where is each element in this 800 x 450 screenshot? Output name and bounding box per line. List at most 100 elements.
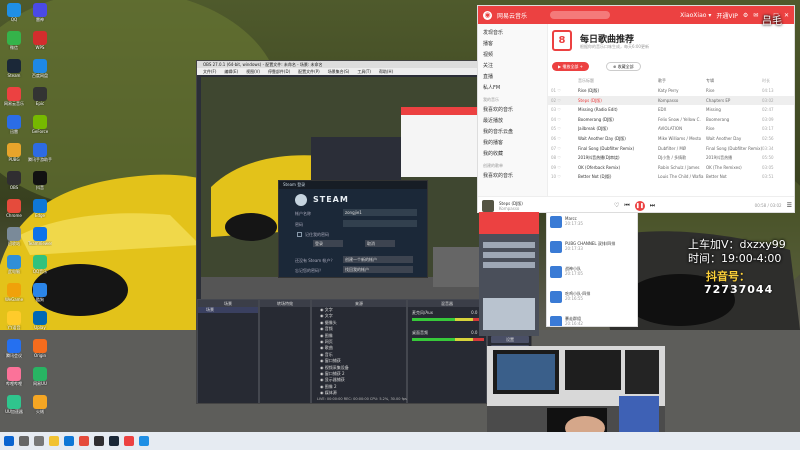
song-row[interactable]: 10 ♡ Better Not (DJ版) Louis The Child / Wa… xyxy=(548,172,794,181)
song-row[interactable]: 03 ♡ Missing (Radio Edit) EDX Missing 02:47 xyxy=(548,105,794,114)
desktop-icon[interactable]: 酷狗 xyxy=(28,283,52,302)
chat-window[interactable]: Marcc 20:17:35 PUBG CHANNEL 双排/四排 20:17:33 战… xyxy=(546,212,638,327)
create-account-button[interactable]: 创建一个新的帐户 xyxy=(343,256,413,263)
desktop-icon[interactable]: 回收站 xyxy=(2,227,26,246)
mixer-row-desktop[interactable]: 桌面音频 0.0 dB xyxy=(412,330,484,341)
desktop-icon[interactable]: 百度网盘 xyxy=(28,59,52,78)
settings-icon[interactable]: ⚙ xyxy=(743,12,748,19)
music-search-input[interactable] xyxy=(550,11,611,19)
song-row[interactable]: 06 ♡ Wait Another Day (DJ版) Mike Williams … xyxy=(548,134,794,143)
cancel-button[interactable]: 取消 xyxy=(365,240,395,247)
obs-menu-item[interactable]: 停靠部件(D) xyxy=(268,68,290,75)
prev-icon[interactable]: ⏮ xyxy=(624,202,629,210)
sidebar-item[interactable]: 发现音乐 xyxy=(483,28,547,39)
chat-list-item[interactable]: Marcc 20:17:35 xyxy=(547,213,637,238)
desktop-icon[interactable]: Epic xyxy=(28,87,52,106)
desktop-icon[interactable]: 腾讯会议 xyxy=(2,339,26,358)
desktop-icon[interactable]: Steam xyxy=(2,59,26,78)
taskbar-app-icon[interactable] xyxy=(139,436,149,446)
remember-checkbox[interactable] xyxy=(297,232,302,237)
sidebar-item[interactable]: 播客 xyxy=(483,39,547,50)
obs-menu-item[interactable]: 场景集合(S) xyxy=(328,68,350,75)
steam-title[interactable]: Steam 登录 xyxy=(279,181,427,189)
header-album[interactable]: 专辑 xyxy=(706,76,762,85)
desktop-icon[interactable]: Uplay xyxy=(28,311,52,330)
song-row[interactable]: 04 ♡ Boomerang (DJ版) Felix Snow / Yellow C… xyxy=(548,115,794,124)
play-all-button[interactable]: ▶ 播放全部 + xyxy=(552,62,589,71)
account-input[interactable]: zongjie1 xyxy=(343,209,417,216)
desktop-icon[interactable]: OBS xyxy=(2,171,26,190)
chat-list-item[interactable]: 战神小队 20:17:05 xyxy=(547,263,637,288)
desktop-icon[interactable]: 微信 xyxy=(2,31,26,50)
obs-menu-item[interactable]: 视图(V) xyxy=(246,68,260,75)
sidebar-item[interactable]: 视频 xyxy=(483,50,547,61)
desktop-icon[interactable]: GeForce xyxy=(28,115,52,134)
sidebar-my-item[interactable]: 我的音乐云盘 xyxy=(483,127,547,138)
desktop-icon[interactable]: 火绒 xyxy=(28,395,52,414)
header-artist[interactable]: 歌手 xyxy=(658,76,706,85)
song-row[interactable]: 05 ♡ Jailbreak (DJ版) AVIOLATION Rise 03:17 xyxy=(548,124,794,133)
heart-icon[interactable]: ♡ xyxy=(614,202,619,209)
desktop-icon[interactable]: QQ音乐 xyxy=(28,255,52,274)
sidebar-my-item[interactable]: 最近播放 xyxy=(483,116,547,127)
next-icon[interactable]: ⏭ xyxy=(650,202,655,210)
desktop-icon[interactable]: 雷神 xyxy=(28,3,52,22)
mail-icon[interactable]: ✉ xyxy=(753,12,758,19)
sidebar-my-item[interactable]: 我的收藏 xyxy=(483,149,547,160)
desktop-icon[interactable]: 网易UU xyxy=(28,367,52,386)
chat-list-item[interactable]: 暴走群组 20:16:42 xyxy=(547,313,637,326)
desktop-icon[interactable]: Edge xyxy=(28,199,52,218)
source-item[interactable]: ◉ 媒体源 xyxy=(312,390,406,396)
desktop-icon[interactable]: QQ xyxy=(2,3,26,22)
desktop-icon[interactable]: Chrome xyxy=(2,199,26,218)
obs-menu-item[interactable]: 文件(F) xyxy=(203,68,216,75)
taskbar-app-icon[interactable] xyxy=(124,436,134,446)
save-all-button[interactable]: ⊕ 收藏全部 xyxy=(606,62,641,71)
song-row[interactable]: 07 ♡ Final Song (Dubfilter Remix) Dubfilte… xyxy=(548,144,794,153)
header-title[interactable]: 音乐标题 xyxy=(578,76,658,85)
desktop-icon[interactable]: UU加速器 xyxy=(2,395,26,414)
scene-item[interactable]: 场景 xyxy=(198,307,258,314)
desktop-icon[interactable]: 网易云音乐 xyxy=(2,87,26,106)
desktop-icon[interactable]: WeGame xyxy=(2,283,26,302)
netease-music-window[interactable]: ◉ 网易云音乐 XiaoXiao ▾ 开通VIP ⚙ ✉ − □ ✕ 发现音乐播… xyxy=(477,5,795,213)
desktop-icon[interactable]: YY语音 xyxy=(2,311,26,330)
song-row[interactable]: 01 ♡ Rise (DJ版) Katy Perry Rise 04:13 xyxy=(548,86,794,95)
sidebar-item[interactable]: 直播 xyxy=(483,72,547,83)
close-icon[interactable]: ✕ xyxy=(784,12,789,19)
taskbar-app-icon[interactable] xyxy=(79,436,89,446)
obs-menu-item[interactable]: 编辑(E) xyxy=(224,68,238,75)
taskbar-app-icon[interactable] xyxy=(34,436,44,446)
obs-menu-item[interactable]: 帮助(H) xyxy=(379,68,393,75)
sidebar-my-item[interactable]: 我喜欢的音乐 xyxy=(483,105,547,116)
music-vip[interactable]: 开通VIP xyxy=(716,11,738,20)
chat-list-item[interactable]: 吃鸡小队·四排 20:16:55 xyxy=(547,288,637,313)
pause-icon[interactable]: ❚❚ xyxy=(634,200,645,211)
mixer-row-mic[interactable]: 麦克风/Aux 0.0 dB xyxy=(412,310,484,321)
music-user[interactable]: XiaoXiao ▾ xyxy=(680,12,711,19)
desktop-icon[interactable]: 腾讯手游助手 xyxy=(28,143,52,162)
album-cover[interactable] xyxy=(482,199,494,212)
desktop-icon[interactable]: 抖音 xyxy=(28,171,52,190)
password-input[interactable] xyxy=(343,220,417,227)
recover-account-button[interactable]: 找回我的帐户 xyxy=(343,266,413,273)
taskbar-app-icon[interactable] xyxy=(49,436,59,446)
sidebar-item[interactable]: 关注 xyxy=(483,61,547,72)
desktop-icon[interactable]: 哔哩哔哩 xyxy=(2,367,26,386)
song-row[interactable]: 09 ♡ OK (Oferback Remix) Robin Schulz / Ja… xyxy=(548,163,794,172)
desktop-icon[interactable]: Origin xyxy=(28,339,52,358)
playlist-icon[interactable]: ☰ xyxy=(787,202,792,209)
taskbar-app-icon[interactable] xyxy=(94,436,104,446)
desktop-icon[interactable]: TeamViewer xyxy=(28,227,52,246)
settings-button[interactable]: 设置 xyxy=(491,336,529,343)
obs-menu-item[interactable]: 工具(T) xyxy=(357,68,371,75)
obs-menu-item[interactable]: 配置文件(P) xyxy=(298,68,320,75)
sidebar-my-item[interactable]: 我的播客 xyxy=(483,138,547,149)
chat-list-item[interactable]: PUBG CHANNEL 双排/四排 20:17:33 xyxy=(547,238,637,263)
sidebar-playlist-item[interactable]: 我喜欢的音乐 xyxy=(483,171,547,182)
desktop-icon[interactable]: 迅雷 xyxy=(2,115,26,134)
song-row[interactable]: 08 ♡ 2019抖音热播(DJ串烧) DJ小鱼 / 多情歌 2019抖音热播 05:5… xyxy=(548,153,794,162)
taskbar-app-icon[interactable] xyxy=(19,436,29,446)
desktop-icon[interactable]: PUBG xyxy=(2,143,26,162)
sidebar-item[interactable]: 私人FM xyxy=(483,83,547,94)
